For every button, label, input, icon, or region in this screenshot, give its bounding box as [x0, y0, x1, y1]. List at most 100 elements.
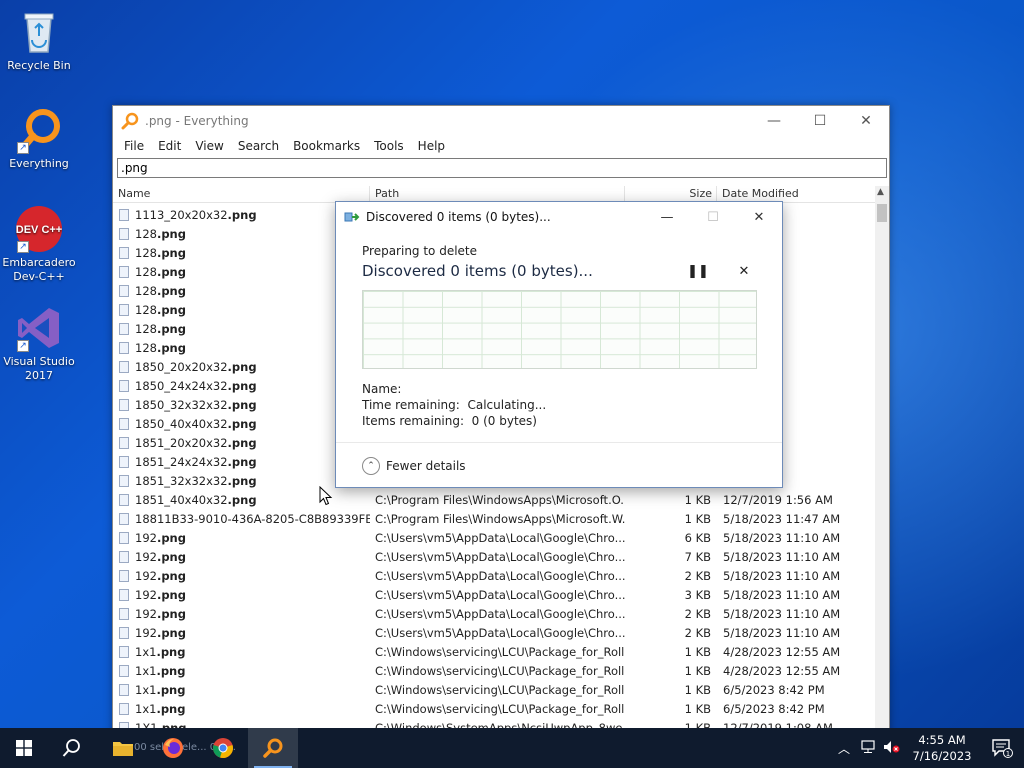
menu-bookmarks[interactable]: Bookmarks	[286, 139, 367, 153]
png-file-icon	[119, 417, 129, 430]
taskbar-clock[interactable]: 4:55 AM 7/16/2023	[904, 732, 980, 764]
close-icon: ✕	[753, 209, 765, 225]
show-hidden-icons-button[interactable]: ︿	[832, 740, 856, 757]
table-row[interactable]: 1x1 .png C:\Windows\servicing\LCU\Package_…	[113, 699, 877, 718]
file-extension: .png	[156, 245, 186, 260]
table-row[interactable]: 192 .png C:\Users\vm5\AppData\Local\Google…	[113, 547, 877, 566]
table-row[interactable]: 1851_40x40x32 .png C:\Program Files\Window…	[113, 490, 877, 509]
menu-search[interactable]: Search	[231, 139, 286, 153]
table-row[interactable]: 192 .png C:\Users\vm5\AppData\Local\Google…	[113, 528, 877, 547]
everything-titlebar[interactable]: .png - Everything — ☐ ✕	[113, 106, 889, 136]
file-stem: 1850_24x24x32	[135, 378, 228, 393]
recycle-bin-icon	[15, 8, 63, 56]
taskbar-everything[interactable]	[248, 728, 298, 768]
cell-name: 128 .png	[113, 303, 370, 317]
fewer-details-button[interactable]: ⌃ Fewer details	[362, 457, 466, 475]
table-row[interactable]: 192 .png C:\Users\vm5\AppData\Local\Google…	[113, 604, 877, 623]
file-extension: .png	[156, 340, 186, 355]
cell-path: C:\Program Files\WindowsApps\Microsoft.O…	[375, 492, 625, 507]
dialog-separator	[336, 442, 782, 443]
scrollbar-thumb[interactable]	[877, 204, 887, 222]
menu-view[interactable]: View	[188, 139, 230, 153]
clock-date: 7/16/2023	[912, 749, 972, 763]
column-header-path[interactable]: Path	[370, 186, 625, 202]
taskbar-firefox[interactable]	[148, 728, 198, 768]
action-center-button[interactable]: 1	[980, 738, 1024, 758]
window-title: .png - Everything	[145, 114, 249, 128]
png-file-icon	[119, 626, 129, 639]
devcpp-icon: DEV C++ ↗	[15, 205, 63, 253]
pause-button[interactable]: ❚❚	[686, 264, 710, 279]
cell-name: 1850_32x32x32 .png	[113, 398, 370, 412]
close-button[interactable]: ✕	[843, 106, 889, 136]
menu-tools[interactable]: Tools	[367, 139, 411, 153]
file-stem: 1113_20x20x32	[135, 207, 228, 222]
table-row[interactable]: 192 .png C:\Users\vm5\AppData\Local\Google…	[113, 585, 877, 604]
search-input[interactable]	[117, 158, 887, 178]
table-row[interactable]: 1x1 .png C:\Windows\servicing\LCU\Package_…	[113, 661, 877, 680]
file-stem: 128	[135, 226, 157, 241]
file-stem: 1850_20x20x32	[135, 359, 228, 374]
menu-help[interactable]: Help	[411, 139, 452, 153]
taskbar-chrome[interactable]	[198, 728, 248, 768]
chrome-icon	[213, 738, 233, 758]
file-extension: .png	[156, 264, 186, 279]
column-header-name[interactable]: Name	[113, 186, 370, 202]
dialog-title: Discovered 0 items (0 bytes)...	[366, 210, 551, 224]
minimize-button[interactable]: —	[751, 106, 797, 136]
file-extension: .png	[156, 644, 186, 659]
taskbar-file-explorer[interactable]	[98, 728, 148, 768]
dialog-minimize-button[interactable]: —	[644, 202, 690, 232]
cell-size: 2 KB	[684, 625, 711, 640]
cancel-operation-button[interactable]: ✕	[732, 264, 756, 279]
cell-size: 1 KB	[684, 682, 711, 697]
desktop-icon-label: Embarcadero Dev-C++	[2, 256, 76, 283]
chevron-up-icon: ︿	[837, 741, 850, 756]
desktop-icon-devcpp[interactable]: DEV C++ ↗ Embarcadero Dev-C++	[1, 205, 77, 284]
maximize-button[interactable]: ☐	[797, 106, 843, 136]
desktop-icon-everything[interactable]: ↗ Everything	[1, 106, 77, 171]
vertical-scrollbar[interactable]: ▲ ▼	[875, 186, 889, 739]
png-file-icon	[119, 588, 129, 601]
column-header-date[interactable]: Date Modified	[717, 186, 877, 202]
everything-icon: ↗	[15, 106, 63, 154]
taskbar-search-button[interactable]	[48, 728, 96, 768]
cell-size: 7 KB	[684, 549, 711, 564]
start-button[interactable]	[0, 728, 48, 768]
scroll-up-icon[interactable]: ▲	[877, 187, 884, 197]
cell-name: 1113_20x20x32 .png	[113, 208, 370, 222]
file-stem: 192	[135, 625, 157, 640]
cell-name: 1850_40x40x32 .png	[113, 417, 370, 431]
cell-size: 1 KB	[684, 492, 711, 507]
volume-muted-icon[interactable]	[880, 740, 904, 757]
table-row[interactable]: 1x1 .png C:\Windows\servicing\LCU\Package_…	[113, 680, 877, 699]
network-icon[interactable]	[856, 739, 880, 757]
menu-edit[interactable]: Edit	[151, 139, 188, 153]
column-header-size[interactable]: Size	[625, 186, 717, 202]
table-row[interactable]: 18811B33-9010-436A-8205-C8B89339FBBC... C…	[113, 509, 877, 528]
table-row[interactable]: 192 .png C:\Users\vm5\AppData\Local\Google…	[113, 623, 877, 642]
notification-icon: 1	[992, 739, 1013, 758]
taskbar: 00 sel... sele... 0ut... ︿ 4:55 AM 7/16/…	[0, 728, 1024, 768]
file-stem: 192	[135, 568, 157, 583]
file-stem: 1x1	[135, 701, 157, 716]
table-row[interactable]: 192 .png C:\Users\vm5\AppData\Local\Google…	[113, 566, 877, 585]
dialog-titlebar[interactable]: Discovered 0 items (0 bytes)... — ☐ ✕	[336, 202, 782, 232]
png-file-icon	[119, 227, 129, 240]
folder-icon	[113, 742, 133, 756]
file-stem: 192	[135, 530, 157, 545]
cell-name: 128 .png	[113, 227, 370, 241]
file-stem: 1x1	[135, 663, 157, 678]
clock-time: 4:55 AM	[918, 733, 966, 747]
desktop-icon-visual-studio[interactable]: ↗ Visual Studio 2017	[1, 304, 77, 383]
delete-progress-dialog: Discovered 0 items (0 bytes)... — ☐ ✕ Pr…	[335, 201, 783, 488]
cell-name: 1x1 .png	[113, 702, 370, 716]
file-stem: 128	[135, 245, 157, 260]
menu-file[interactable]: File	[117, 139, 151, 153]
file-stem: 192	[135, 549, 157, 564]
system-tray: ︿ 4:55 AM 7/16/2023 1	[832, 728, 1024, 768]
dialog-close-button[interactable]: ✕	[736, 202, 782, 232]
everything-icon	[263, 738, 283, 758]
table-row[interactable]: 1x1 .png C:\Windows\servicing\LCU\Package_…	[113, 642, 877, 661]
desktop-icon-recycle-bin[interactable]: Recycle Bin	[1, 8, 77, 73]
